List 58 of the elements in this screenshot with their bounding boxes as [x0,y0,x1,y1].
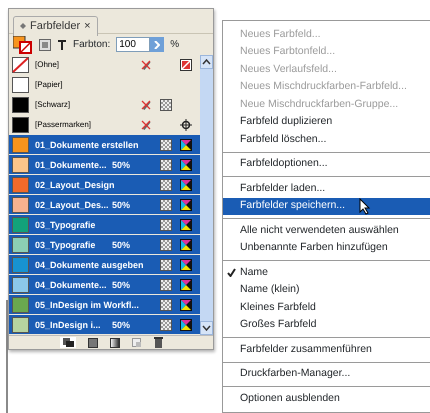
swatch-name: [Ohne] [35,58,60,70]
text-icon [57,38,67,50]
menu-item[interactable]: Optionen ausblenden [223,390,430,408]
chevron-right-icon [154,40,160,48]
tab-label: Farbfelder [30,18,80,34]
swatch-name: [Passermarken] [35,118,92,130]
fill-stroke-icon [13,36,33,54]
tint-stepper-button[interactable] [150,37,164,52]
swatch-name: 04_Dokumente... [35,278,108,290]
trash-icon [154,337,162,348]
mouse-pointer-icon [359,198,372,215]
menu-item[interactable]: Unbenannte Farben hinzufügen [223,240,430,257]
unit-label: % [170,38,180,52]
tint-percent: 50% [112,278,130,290]
swatch-name: 05_InDesign im Workfl... [35,298,140,310]
tint-percent: 50% [112,198,130,210]
swatch-row[interactable]: 03_Typografie [9,215,200,234]
tint-percent: 50% [112,238,130,250]
swatch-name: [Schwarz] [35,98,72,110]
swatch-row[interactable]: 02_Layout_Design [9,175,200,194]
menu-item[interactable]: Farbfelder zusammenführen [223,341,430,358]
grip-icon [20,23,26,29]
swatch-name: 03_Typografie [35,238,96,250]
swatch-row[interactable]: 04_Dokumente... 50% [9,275,200,294]
menu-item[interactable]: Name [223,264,430,282]
swatch-name: 03_Typografie [35,218,96,230]
tint-field[interactable]: 100 [116,37,150,52]
menu-item[interactable]: Farbfelder laden... [223,180,430,198]
menu-item[interactable]: Farbfelder speichern... [223,198,430,215]
swatch-name: 01_Dokumente erstellen [35,138,140,150]
swatch-name: 02_Layout_Des... [35,198,110,210]
swatch-row[interactable]: 04_Dokumente ausgeben [9,255,200,274]
swatch-name: 01_Dokumente... [35,158,108,170]
menu-item[interactable]: Farbfeld duplizieren [223,114,430,131]
swatch-row[interactable]: 05_InDesign i... 50% [9,315,200,334]
swatch-name: 05_InDesign i... [35,318,102,330]
container-icon [39,38,51,50]
menu-item[interactable]: Alle nicht verwendeten auswählen [223,222,430,240]
menu-item[interactable]: Großes Farbfeld [223,316,430,334]
tint-percent: 50% [112,158,130,170]
swatch-row[interactable]: 01_Dokumente erstellen [9,135,200,154]
menu-item[interactable]: Druckfarben-Manager... [223,366,430,383]
swatch-name: [Papier] [35,78,64,90]
menu-item[interactable]: Kleines Farbfeld [223,299,430,316]
menu-item[interactable]: Farbfeldoptionen... [223,156,430,173]
menu-item[interactable]: Farbfeld löschen... [223,131,430,148]
swatch-row[interactable]: 01_Dokumente... 50% [9,155,200,174]
tint-percent: 50% [112,318,130,330]
tab-close-button[interactable]: × [84,18,91,34]
panel-tab[interactable]: Farbfelder × [13,16,98,36]
gradient-swatch-icon [110,338,120,348]
swatch-row[interactable]: 05_InDesign im Workfl... [9,295,200,314]
swatch-row[interactable]: 02_Layout_Des... 50% [9,195,200,214]
tint-label: Farbton: [73,38,110,52]
swatch-name: 02_Layout_Design [35,178,116,190]
swatch-row[interactable]: 03_Typografie 50% [9,235,200,254]
scrollbar[interactable] [200,55,213,335]
menu-item[interactable]: Name (klein) [223,282,430,299]
